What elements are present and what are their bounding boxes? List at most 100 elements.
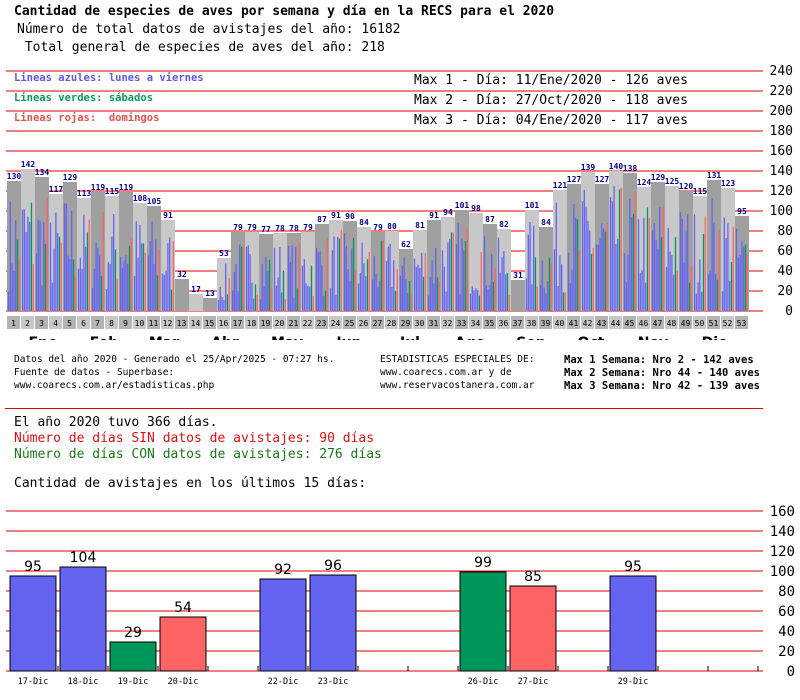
week-value-label: 119 bbox=[91, 183, 106, 192]
day-value-label: 95 bbox=[24, 559, 42, 575]
week-number-label: 51 bbox=[709, 319, 719, 328]
legend-sunday: Lineas rojas: domingos bbox=[14, 112, 160, 124]
week-value-label: 130 bbox=[7, 172, 22, 181]
week-value-label: 78 bbox=[289, 224, 299, 233]
week-value-label: 117 bbox=[49, 185, 64, 194]
week-number-label: 32 bbox=[443, 319, 453, 328]
month-label: Ene bbox=[28, 335, 57, 340]
y-tick-label: 180 bbox=[770, 124, 793, 139]
week-number-label: 26 bbox=[359, 319, 369, 328]
y-tick-label: 160 bbox=[770, 144, 793, 159]
week-number-label: 47 bbox=[653, 319, 663, 328]
week-value-label: 17 bbox=[191, 285, 201, 294]
week-value-label: 78 bbox=[275, 224, 285, 233]
day-value-label: 85 bbox=[524, 569, 542, 585]
legend-max2-day: Max 2 - Día: 27/Oct/2020 - 118 aves bbox=[414, 93, 688, 108]
week-value-label: 108 bbox=[133, 194, 148, 203]
week-number-label: 10 bbox=[135, 319, 145, 328]
week-number-label: 21 bbox=[289, 319, 299, 328]
week-bar bbox=[189, 294, 203, 311]
legend-saturday: Lineas verdes: sábados bbox=[14, 92, 154, 104]
week-value-label: 79 bbox=[233, 223, 243, 232]
y-tick-label: 60 bbox=[778, 604, 795, 620]
week-value-label: 105 bbox=[147, 197, 162, 206]
month-label: Jul bbox=[399, 335, 420, 340]
footer-generated: Datos del año 2020 - Generado el 25/Apr/… bbox=[14, 354, 335, 365]
week-value-label: 138 bbox=[623, 164, 638, 173]
week-number-label: 18 bbox=[247, 319, 257, 328]
week-value-label: 131 bbox=[707, 171, 722, 180]
month-label: Ago bbox=[455, 335, 486, 340]
day-bar bbox=[509, 585, 557, 672]
day-value-label: 104 bbox=[70, 550, 97, 566]
day-category-label: 27-Dic bbox=[518, 677, 549, 687]
y-tick-label: 140 bbox=[770, 524, 795, 540]
footer-special-stats: ESTADISTICAS ESPECIALES DE: bbox=[380, 354, 535, 365]
week-value-label: 79 bbox=[247, 223, 257, 232]
week-value-label: 31 bbox=[513, 271, 523, 280]
week-value-label: 90 bbox=[345, 212, 355, 221]
week-number-label: 29 bbox=[401, 319, 411, 328]
y-tick-label: 20 bbox=[777, 284, 793, 299]
day-category-label: 18-Dic bbox=[68, 677, 99, 687]
footer-url-coarecs[interactable]: www.coarecs.com.ar y de bbox=[380, 367, 512, 378]
week-value-label: 101 bbox=[525, 201, 540, 210]
week-bar bbox=[175, 279, 189, 311]
footer-url-reserva[interactable]: www.reservacostanera.com.ar bbox=[380, 380, 534, 391]
footer-max2-week: Max 2 Semana: Nro 44 - 140 aves bbox=[564, 367, 760, 379]
footer-max1-week: Max 1 Semana: Nro 2 - 142 aves bbox=[564, 354, 754, 366]
week-value-label: 91 bbox=[331, 211, 341, 220]
y-tick-label: 40 bbox=[778, 624, 795, 640]
separator-line bbox=[5, 408, 763, 409]
month-label: Feb bbox=[90, 335, 119, 340]
week-number-label: 16 bbox=[219, 319, 229, 328]
summary-last15-title: Cantidad de avistajes en los últimos 15 … bbox=[14, 476, 367, 491]
week-value-label: 124 bbox=[637, 178, 652, 187]
legend-weekday: Lineas azules: lunes a viernes bbox=[14, 72, 204, 84]
week-number-label: 53 bbox=[737, 319, 747, 328]
week-number-label: 9 bbox=[123, 319, 128, 328]
week-number-label: 31 bbox=[429, 319, 439, 328]
y-tick-label: 140 bbox=[770, 164, 793, 179]
day-bar bbox=[259, 578, 307, 672]
week-value-label: 62 bbox=[401, 240, 411, 249]
week-number-label: 33 bbox=[457, 319, 467, 328]
week-bar bbox=[203, 298, 217, 311]
week-number-label: 41 bbox=[569, 319, 579, 328]
week-number-label: 22 bbox=[303, 319, 313, 328]
week-bar bbox=[511, 280, 525, 311]
summary-days: El año 2020 tuvo 366 días. bbox=[14, 415, 218, 430]
week-value-label: 121 bbox=[553, 181, 568, 190]
week-number-label: 13 bbox=[177, 319, 187, 328]
day-category-label: 22-Dic bbox=[268, 677, 299, 687]
week-number-label: 45 bbox=[625, 319, 635, 328]
day-category-label: 20-Dic bbox=[168, 677, 199, 687]
week-number-label: 52 bbox=[723, 319, 733, 328]
week-value-label: 32 bbox=[177, 270, 187, 279]
y-tick-label: 40 bbox=[777, 264, 793, 279]
week-value-label: 80 bbox=[387, 222, 397, 231]
week-number-label: 36 bbox=[499, 319, 509, 328]
day-category-label: 29-Dic bbox=[618, 677, 649, 687]
week-value-label: 125 bbox=[665, 177, 680, 186]
y-tick-label: 240 bbox=[770, 64, 793, 79]
week-number-label: 50 bbox=[695, 319, 705, 328]
week-value-label: 94 bbox=[443, 208, 453, 217]
week-value-label: 115 bbox=[105, 187, 120, 196]
y-tick-label: 100 bbox=[770, 564, 795, 580]
week-value-label: 127 bbox=[567, 175, 582, 184]
week-value-label: 120 bbox=[679, 182, 694, 191]
y-tick-label: 160 bbox=[770, 504, 795, 520]
footer-source-url[interactable]: www.coarecs.com.ar/estadisticas.php bbox=[14, 380, 214, 391]
week-value-label: 91 bbox=[163, 211, 173, 220]
legend-max1-day: Max 1 - Día: 11/Ene/2020 - 126 aves bbox=[414, 73, 688, 88]
week-value-label: 134 bbox=[35, 168, 50, 177]
month-label: Jun bbox=[335, 335, 361, 340]
week-value-label: 77 bbox=[261, 225, 271, 234]
week-number-label: 17 bbox=[233, 319, 243, 328]
week-value-label: 13 bbox=[205, 289, 215, 298]
week-number-label: 3 bbox=[39, 319, 44, 328]
week-number-label: 34 bbox=[471, 319, 481, 328]
y-tick-label: 200 bbox=[770, 104, 793, 119]
week-number-label: 4 bbox=[53, 319, 58, 328]
